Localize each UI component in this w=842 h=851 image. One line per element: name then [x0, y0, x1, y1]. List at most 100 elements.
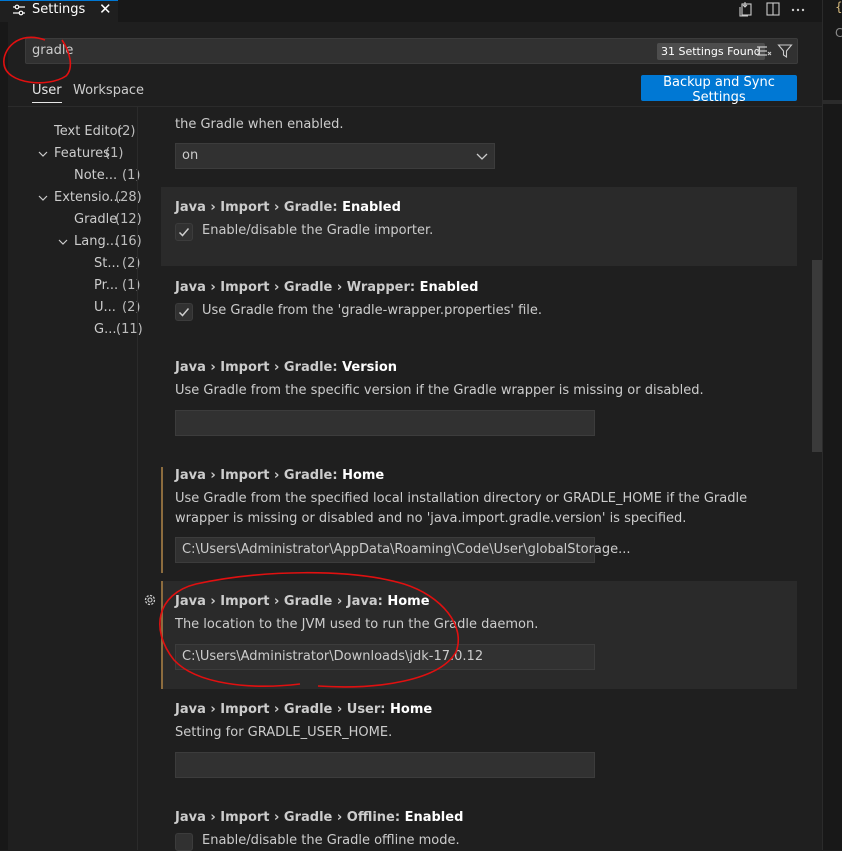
setting-title: Java › Import › Gradle › Offline: Enable…	[175, 810, 463, 825]
toc-item-notebook[interactable]: Note... (1)	[74, 166, 140, 186]
chevron-down-icon	[476, 153, 488, 160]
header-divider	[8, 106, 822, 107]
toc-item-extensions[interactable]: Extensio... (28)	[38, 188, 142, 208]
settings-sliders-icon	[13, 4, 25, 16]
results-count-badge: 31 Settings Found	[657, 43, 765, 60]
setting-title: Java › Import › Gradle › Wrapper: Enable…	[175, 280, 478, 295]
setting-wrapper-enabled: Java › Import › Gradle › Wrapper: Enable…	[161, 267, 797, 346]
toc-item-label: St...	[94, 256, 120, 271]
setting-key: Home	[387, 594, 430, 609]
setting-checkbox[interactable]	[175, 303, 193, 321]
setting-title: Java › Import › Gradle › User: Home	[175, 702, 432, 717]
setting-key: Enabled	[404, 810, 464, 825]
toc-divider	[137, 107, 138, 850]
partial-letter-text: C	[835, 26, 842, 40]
setting-category: Java › Import › Gradle:	[175, 468, 343, 483]
gear-icon[interactable]	[142, 592, 158, 608]
setting-key: Home	[390, 702, 433, 717]
setting-key: Version	[342, 360, 398, 375]
toc-item-label: U...	[94, 300, 116, 315]
more-actions-icon[interactable]	[790, 1, 806, 17]
setting-gradle-java-home: Java › Import › Gradle › Java: Home The …	[161, 581, 797, 689]
adjacent-editor-strip: { C	[822, 0, 842, 850]
input-value: C:\Users\Administrator\Downloads\jdk-17.…	[182, 649, 484, 664]
tab-title: Settings	[32, 2, 86, 17]
split-editor-icon[interactable]	[765, 1, 781, 17]
toc-item-g[interactable]: G... (11)	[94, 320, 143, 340]
setting-category: Java › Import › Gradle › User:	[175, 702, 391, 717]
toc-item-st[interactable]: St... (2)	[94, 254, 140, 274]
editor-tab-bar	[0, 0, 822, 22]
toc-item-label: Pr...	[94, 278, 119, 293]
setting-key: Enabled	[419, 280, 479, 295]
setting-category: Java › Import › Gradle:	[175, 200, 343, 215]
scope-tab-workspace[interactable]: Workspace	[73, 83, 144, 98]
backup-sync-button[interactable]: Backup and Sync Settings	[641, 75, 797, 105]
toc-item-gradle[interactable]: Gradle (12)	[74, 210, 142, 230]
setting-gradle-user-home: Java › Import › Gradle › User: Home Sett…	[161, 689, 797, 799]
toc-item-label: Extensio...	[54, 190, 122, 205]
toc-item-label: Gradle	[74, 212, 118, 227]
toc-item-label: Features	[54, 146, 110, 161]
check-icon	[178, 228, 190, 237]
toc-item-label: Note...	[74, 168, 118, 183]
setting-category: Java › Import › Gradle › Offline:	[175, 810, 405, 825]
setting-checkbox[interactable]	[175, 833, 193, 851]
input-value: C:\Users\Administrator\AppData\Roaming\C…	[182, 542, 631, 557]
checkbox-label: Enable/disable the Gradle offline mode.	[202, 833, 460, 848]
setting-checkbox[interactable]	[175, 223, 193, 241]
setting-category: Java › Import › Gradle:	[175, 360, 343, 375]
setting-description: the Gradle when enabled.	[175, 117, 344, 132]
open-settings-json-icon[interactable]	[738, 1, 754, 17]
checkbox-label: Use Gradle from the 'gradle-wrapper.prop…	[202, 303, 543, 318]
toc-item-pr[interactable]: Pr... (1)	[94, 276, 140, 296]
setting-description: Use Gradle from the specific version if …	[175, 383, 704, 398]
chevron-down-icon	[38, 195, 48, 201]
setting-text-input[interactable]	[175, 752, 595, 778]
setting-category: Java › Import › Gradle › Java:	[175, 594, 388, 609]
clear-filter-icon[interactable]	[756, 44, 772, 58]
setting-description: Use Gradle from the specified local inst…	[175, 491, 748, 526]
search-input[interactable]	[32, 43, 532, 58]
select-value: on	[182, 148, 199, 163]
divider	[823, 100, 842, 104]
toc-item-count: (11)	[116, 322, 143, 337]
setting-key: Home	[342, 468, 385, 483]
setting-gradle-offline: Java › Import › Gradle › Offline: Enable…	[161, 797, 797, 851]
setting-gradle-home: Java › Import › Gradle: Home Use Gradle …	[161, 467, 797, 573]
filter-icon[interactable]	[777, 43, 793, 59]
setting-text-input[interactable]: C:\Users\Administrator\Downloads\jdk-17.…	[175, 644, 595, 670]
setting-title: Java › Import › Gradle: Home	[175, 468, 384, 483]
toc-item-label: Lang...	[74, 234, 119, 249]
setting-gradle-version: Java › Import › Gradle: Version Use Grad…	[161, 347, 797, 447]
toc-item-label: Text Editor	[54, 124, 123, 139]
setting-text-input[interactable]	[175, 410, 595, 436]
setting-key: Enabled	[342, 200, 401, 215]
chevron-down-icon	[38, 151, 48, 157]
setting-select-dropdown[interactable]: on	[175, 143, 495, 169]
setting-title: Java › Import › Gradle: Enabled	[175, 200, 401, 215]
toc-item-u[interactable]: U... (2)	[94, 298, 140, 318]
left-gutter	[0, 22, 8, 850]
settings-search-box[interactable]: 31 Settings Found	[25, 38, 798, 64]
settings-tab[interactable]: Settings ✕	[0, 0, 118, 22]
toc-item-label: G...	[94, 322, 117, 337]
close-icon[interactable]: ✕	[99, 0, 112, 18]
toc-item-count: (1)	[105, 146, 124, 161]
toc-item-features[interactable]: Features (1)	[38, 144, 134, 164]
check-icon	[178, 308, 190, 317]
setting-category: Java › Import › Gradle › Wrapper:	[175, 280, 420, 295]
setting-gradle-enabled: Java › Import › Gradle: Enabled Enable/d…	[161, 187, 797, 266]
setting-description: Setting for GRADLE_USER_HOME.	[175, 725, 393, 740]
setting-text-input[interactable]: C:\Users\Administrator\AppData\Roaming\C…	[175, 537, 631, 563]
scrollbar-thumb[interactable]	[812, 260, 822, 452]
toc-item-language[interactable]: Lang... (16)	[58, 232, 142, 252]
chevron-down-icon	[58, 239, 68, 245]
checkbox-label: Enable/disable the Gradle importer.	[202, 223, 434, 238]
toc-item-count: (2)	[117, 124, 136, 139]
partial-brace-text: {	[835, 0, 842, 14]
scrollbar-track[interactable]	[810, 107, 822, 850]
setting-title: Java › Import › Gradle › Java: Home	[175, 594, 430, 609]
scope-tab-user[interactable]: User	[32, 83, 62, 103]
toc-item-text-editor[interactable]: Text Editor (2)	[54, 122, 136, 142]
